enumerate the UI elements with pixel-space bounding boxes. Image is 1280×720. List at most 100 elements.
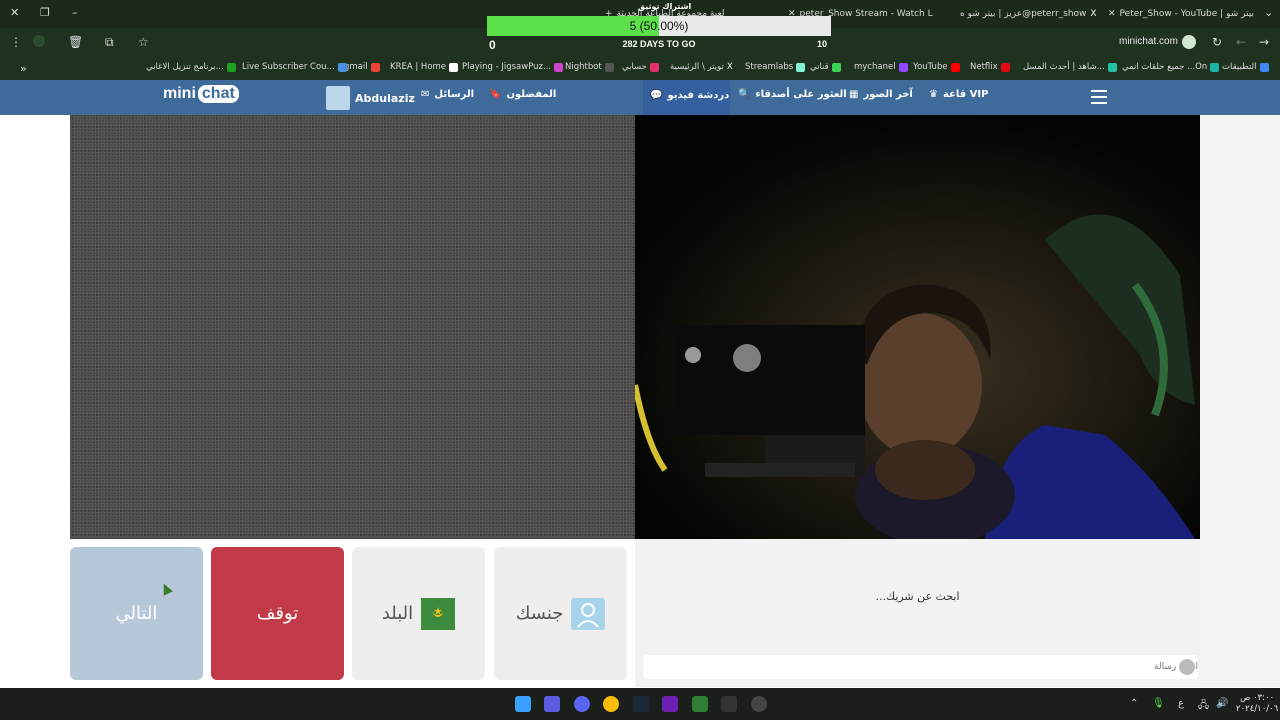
bookmark-star-icon[interactable]: ☆ bbox=[138, 35, 149, 49]
bookmark-icon bbox=[1107, 62, 1117, 72]
bookmark-item[interactable]: حسابي bbox=[622, 62, 659, 72]
messages-link[interactable]: ✉ الرسائل bbox=[421, 89, 474, 100]
clock-date: ٢٠٢٤/١٠/٠٦ bbox=[1236, 704, 1279, 714]
bookmark-item[interactable]: KREA | Home bbox=[390, 62, 459, 72]
bookmark-item[interactable]: Streamlabs bbox=[745, 62, 806, 72]
minichat-logo[interactable]: mini chat bbox=[163, 85, 239, 103]
profile-icon[interactable] bbox=[1182, 35, 1196, 49]
bookmark-icon bbox=[1210, 62, 1220, 72]
address-bar[interactable]: minichat.com bbox=[1119, 36, 1178, 47]
music-icon bbox=[226, 62, 236, 72]
instagram-icon bbox=[649, 62, 659, 72]
discord-icon[interactable] bbox=[574, 696, 590, 712]
chat-panel: ...ابحث عن شريك bbox=[635, 539, 1200, 687]
bookmarks-overflow-icon[interactable]: » bbox=[20, 62, 27, 75]
avatar bbox=[326, 86, 350, 110]
volume-icon[interactable]: 🔊 bbox=[1216, 698, 1228, 709]
partner-video-static bbox=[70, 115, 635, 539]
steam-icon[interactable] bbox=[633, 696, 649, 712]
bookmark-item[interactable]: Netflix bbox=[970, 62, 1010, 72]
clock-time: ٠٣:٠٠ ص bbox=[1240, 693, 1275, 703]
goal-footer: 0 282 DAYS TO GO 10 bbox=[487, 38, 831, 52]
twitch-icon bbox=[898, 62, 908, 72]
tab-video-chat[interactable]: 💬 دردشة فيديو bbox=[643, 80, 730, 115]
tab-twitter[interactable]: عزيز | بيتر شو ه@peterr_show X bbox=[960, 5, 1098, 23]
youtube-icon bbox=[950, 62, 960, 72]
bookmark-item[interactable]: gmail bbox=[344, 62, 380, 72]
system-clock[interactable]: ٠٣:٠٠ ص ٢٠٢٤/١٠/٠٦ bbox=[1236, 693, 1278, 715]
bookmark-item[interactable]: Nightbot bbox=[565, 62, 614, 72]
krea-icon bbox=[449, 62, 459, 72]
person-icon bbox=[571, 597, 606, 630]
nzxt-icon[interactable] bbox=[662, 696, 678, 712]
extension-icon[interactable] bbox=[33, 35, 45, 47]
chrome-icon[interactable] bbox=[603, 696, 619, 712]
trash-icon[interactable]: 🗑 bbox=[68, 35, 83, 49]
goal-max: 10 bbox=[816, 39, 827, 49]
active-tab-label: اشتراك توثيق bbox=[638, 2, 692, 11]
bookmark-item[interactable]: جميع حلقات انمي ...On bbox=[1122, 62, 1220, 72]
bookmark-item[interactable]: التطبيقات bbox=[1222, 62, 1269, 72]
site-navbar: mini chat Abdulaziz ✉ الرسائل 🔖 المفضلون … bbox=[0, 80, 1280, 115]
menu-icon[interactable]: ⋮ bbox=[10, 35, 22, 49]
tab-youtube[interactable]: ✕ Peter_Show - YouTube | بيتر شو bbox=[1108, 5, 1258, 23]
reload-icon[interactable]: ↻ bbox=[1212, 35, 1222, 49]
x-icon: X bbox=[726, 62, 733, 72]
tab-search-icon[interactable]: ⌄ bbox=[1264, 6, 1273, 19]
network-icon[interactable]: 🖧 bbox=[1198, 698, 1209, 715]
mauritania-flag-icon bbox=[421, 597, 456, 630]
right-margin bbox=[1200, 115, 1280, 687]
hamburger-menu-icon[interactable] bbox=[1091, 90, 1107, 104]
webcam-feed-image bbox=[635, 115, 1200, 539]
bookmark-item[interactable]: قناتي bbox=[810, 62, 841, 72]
gender-selector[interactable]: جنسك bbox=[494, 547, 627, 680]
country-selector[interactable]: البلد bbox=[352, 547, 485, 680]
stop-button[interactable]: توقف bbox=[211, 547, 344, 680]
os-taskbar: ⌃ 🎙 ع 🖧 🔊 ٠٣:٠٠ ص ٢٠٢٤/١٠/٠٦ bbox=[0, 688, 1280, 720]
back-icon[interactable]: → bbox=[1259, 35, 1269, 49]
bookmark-item[interactable]: شاهد | أحدث المسل... bbox=[1023, 62, 1117, 72]
bookmark-item[interactable]: YouTube bbox=[913, 62, 960, 72]
minimize-window-icon[interactable]: – bbox=[72, 6, 78, 19]
bookmarks-bar: » التطبيقات جميع حلقات انمي ...On شاهد |… bbox=[0, 56, 1280, 80]
bookmark-item[interactable]: Live Subscriber Cou... bbox=[242, 62, 347, 72]
forward-icon[interactable]: ← bbox=[1236, 35, 1246, 49]
excel-icon[interactable] bbox=[692, 696, 708, 712]
chat-bubble-icon: 💬 bbox=[650, 90, 663, 101]
vip-hall-link[interactable]: ♛ قاعة VIP bbox=[929, 89, 988, 100]
gmail-icon bbox=[370, 62, 380, 72]
restore-window-icon[interactable]: ❐ bbox=[40, 6, 50, 19]
tray-chevron-icon[interactable]: ⌃ bbox=[1130, 698, 1138, 709]
self-video bbox=[635, 115, 1200, 539]
bookmark-item[interactable]: تويتر \ الرئيسية X bbox=[670, 62, 733, 72]
nightbot-icon bbox=[604, 62, 614, 72]
apps-icon bbox=[1259, 62, 1269, 72]
goal-progress-text: 5 (50.00%) bbox=[629, 19, 689, 33]
bookmark-item[interactable]: mychanel bbox=[854, 62, 908, 72]
favorites-link[interactable]: 🔖 المفضلون bbox=[489, 89, 556, 100]
bookmark-icon: 🔖 bbox=[489, 89, 502, 100]
user-profile-link[interactable]: Abdulaziz bbox=[326, 86, 415, 110]
next-button[interactable]: التالي bbox=[70, 547, 203, 680]
latest-photos-link[interactable]: ▦ آخر الصور bbox=[849, 89, 913, 100]
obs-icon[interactable] bbox=[751, 696, 767, 712]
jigsaw-icon bbox=[554, 62, 564, 72]
windows-start-icon[interactable] bbox=[515, 696, 531, 712]
close-tab-icon[interactable]: ✕ bbox=[1108, 9, 1116, 19]
message-input[interactable] bbox=[643, 655, 1198, 679]
grid-icon: ▦ bbox=[849, 89, 859, 100]
emoji-icon[interactable] bbox=[1179, 659, 1195, 675]
streamlabs-icon bbox=[796, 62, 806, 72]
input-language[interactable]: ع bbox=[1178, 698, 1184, 709]
app-icon[interactable] bbox=[721, 696, 737, 712]
search-icon: 🔍 bbox=[738, 89, 751, 100]
apps-grid-icon[interactable] bbox=[544, 696, 560, 712]
bookmark-item[interactable]: برنامج تنزيل الاغاني... bbox=[146, 62, 236, 72]
find-friends-link[interactable]: 🔍 العثور على أصدقاء bbox=[738, 89, 847, 100]
bookmark-item[interactable]: Playing - JigsawPuz... bbox=[462, 62, 564, 72]
kick-icon bbox=[831, 62, 841, 72]
microphone-icon[interactable]: 🎙 bbox=[1152, 698, 1165, 709]
close-window-icon[interactable]: ✕ bbox=[10, 6, 19, 19]
share-icon[interactable]: ⧉ bbox=[105, 35, 114, 50]
goal-progress-bar: 5 (50.00%) bbox=[487, 16, 831, 36]
